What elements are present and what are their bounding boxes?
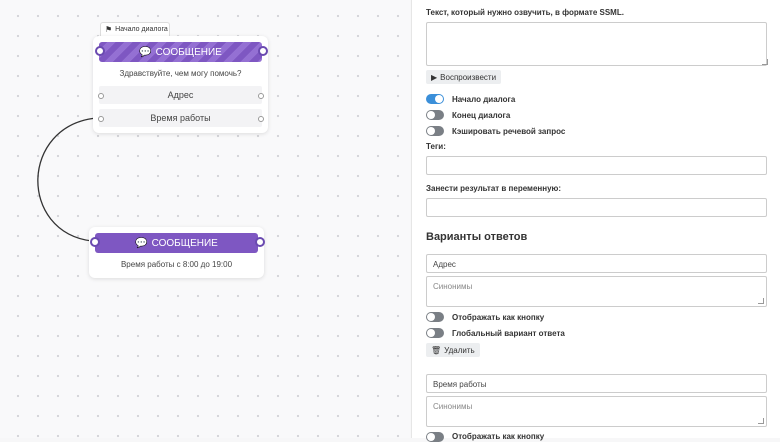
node-1-input-port[interactable] — [95, 46, 105, 56]
toggle-global-answer-label: Глобальный вариант ответа — [452, 329, 565, 338]
toggle-global-answer[interactable] — [426, 328, 444, 338]
toggle-dialog-end-label: Конец диалога — [452, 111, 511, 120]
node-1-answer-row[interactable]: Время работы — [99, 109, 262, 127]
trash-icon: 🗑 — [431, 345, 442, 355]
message-node-2[interactable]: 💬 СООБЩЕНИЕ Время работы с 8:00 до 19:00 — [89, 227, 265, 278]
start-dialog-tag-label: Начало диалога — [115, 26, 168, 33]
chat-icon: 💬 — [139, 46, 152, 58]
toggle-show-as-button-2-label: Отображать как кнопку — [452, 432, 545, 441]
play-button[interactable]: ▶ Воспроизвести — [426, 70, 502, 84]
answer-1-input[interactable]: Адрес — [426, 254, 767, 273]
toggle-dialog-start-label: Начало диалога — [452, 95, 516, 104]
message-node-1[interactable]: 💬 СООБЩЕНИЕ Здравствуйте, чем могу помоч… — [93, 36, 268, 133]
answer-1-value: Адрес — [433, 260, 456, 269]
tags-input[interactable] — [426, 156, 767, 175]
toggle-dialog-end[interactable] — [426, 110, 444, 120]
node-1-answer-row[interactable]: Адрес — [99, 86, 262, 104]
answer-1-synonyms[interactable]: Синонимы — [426, 276, 767, 307]
answer-2-value: Время работы — [433, 380, 487, 389]
node-1-output-port[interactable] — [258, 46, 268, 56]
tags-label: Теги: — [426, 142, 446, 151]
play-icon: ▶ — [431, 72, 438, 82]
answer-label: Адрес — [167, 90, 194, 100]
toggle-show-as-button-2[interactable] — [426, 432, 444, 442]
variable-input[interactable] — [426, 198, 767, 217]
resize-handle[interactable] — [758, 418, 764, 424]
play-button-label: Воспроизвести — [440, 72, 497, 82]
node-2-input-port[interactable] — [90, 237, 100, 247]
ssml-label: Текст, который нужно озвучить, в формате… — [426, 8, 624, 17]
node-2-output-port[interactable] — [255, 237, 265, 247]
answers-section-title: Варианты ответов — [426, 231, 528, 243]
answer-2-synonyms[interactable]: Синонимы — [426, 396, 767, 427]
variable-label: Занести результат в переменную: — [426, 184, 562, 193]
answer-2-input[interactable]: Время работы — [426, 374, 767, 393]
delete-answer-button-label: Удалить — [444, 345, 475, 355]
node-1-header-label: СООБЩЕНИЕ — [155, 46, 222, 58]
toggle-cache-speech[interactable] — [426, 126, 444, 136]
node-1-text: Здравствуйте, чем могу помочь? — [119, 69, 242, 78]
node-2-header[interactable]: 💬 СООБЩЕНИЕ — [95, 233, 258, 253]
start-dialog-tag: ⚑ Начало диалога — [100, 22, 170, 36]
answer-port-right[interactable] — [258, 93, 264, 99]
node-2-header-label: СООБЩЕНИЕ — [151, 237, 218, 249]
toggle-dialog-start[interactable] — [426, 94, 444, 104]
node-2-text: Время работы с 8:00 до 19:00 — [120, 260, 233, 269]
answer-1-synonyms-placeholder: Синонимы — [433, 282, 473, 291]
ssml-textarea[interactable] — [426, 22, 767, 66]
delete-answer-button[interactable]: 🗑 Удалить — [426, 343, 480, 357]
node-1-header[interactable]: 💬 СООБЩЕНИЕ — [99, 42, 262, 62]
resize-handle[interactable] — [762, 59, 768, 65]
toggle-cache-speech-label: Кэшировать речевой запрос — [452, 127, 566, 136]
resize-handle[interactable] — [758, 298, 764, 304]
answer-port-left[interactable] — [98, 116, 104, 122]
flow-canvas[interactable]: ⚑ Начало диалога 💬 СООБЩЕНИЕ Здравствуйт… — [0, 0, 410, 438]
answer-port-left[interactable] — [98, 93, 104, 99]
properties-panel: Текст, который нужно озвучить, в формате… — [411, 0, 780, 442]
toggle-show-as-button-label: Отображать как кнопку — [452, 313, 545, 322]
answer-label: Время работы — [150, 113, 211, 123]
answer-2-synonyms-placeholder: Синонимы — [433, 402, 473, 411]
flag-icon: ⚑ — [105, 25, 113, 34]
chat-icon: 💬 — [135, 237, 148, 249]
answer-port-right[interactable] — [258, 116, 264, 122]
toggle-show-as-button[interactable] — [426, 312, 444, 322]
